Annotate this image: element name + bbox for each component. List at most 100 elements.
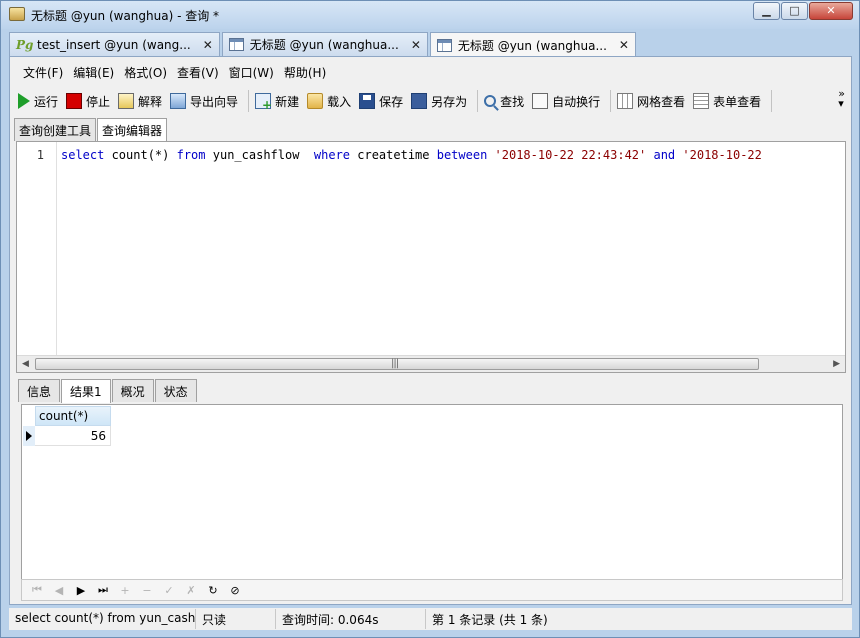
result-tabs: 信息 结果1 概况 状态: [18, 379, 198, 403]
delete-record-icon[interactable]: −: [136, 584, 158, 597]
table-icon: [228, 38, 244, 51]
row-pointer-icon: [23, 426, 35, 446]
export-icon: [170, 93, 187, 109]
word-wrap-button[interactable]: 自动换行: [532, 90, 600, 112]
folder-icon: [307, 93, 324, 109]
table-row[interactable]: 56: [23, 426, 111, 446]
tab-close-icon[interactable]: ✕: [203, 38, 213, 52]
sql-keyword: between: [436, 148, 488, 162]
grid-view-label: 网格查看: [637, 94, 686, 109]
run-button[interactable]: 运行: [18, 90, 58, 112]
menu-view[interactable]: 查看(V): [172, 61, 224, 83]
tab-info[interactable]: 信息: [18, 379, 61, 402]
sql-keyword: and: [653, 148, 676, 162]
grid-view-button[interactable]: 网格查看: [617, 90, 685, 112]
toolbar-separator: [477, 90, 479, 112]
doc-tab-test-insert[interactable]: Pg test_insert @yun (wang... ✕: [9, 32, 220, 56]
sql-string: '2018-10-22: [682, 148, 762, 162]
tab-close-icon[interactable]: ✕: [411, 38, 421, 52]
status-sql: select count(*) from yun_cashflc: [15, 611, 195, 625]
status-bar: select count(*) from yun_cashflc 只读 查询时间…: [9, 608, 852, 630]
save-as-button[interactable]: 另存为: [411, 90, 467, 112]
table-icon: [436, 38, 452, 52]
title-bar[interactable]: 无标题 @yun (wanghua) - 查询 * ▁ □ ✕: [1, 1, 859, 29]
word-wrap-label: 自动换行: [552, 94, 601, 109]
toolbar-overflow-icon[interactable]: » ▾: [838, 88, 845, 109]
tab-close-icon[interactable]: ✕: [619, 38, 629, 52]
save-button[interactable]: 保存: [359, 90, 403, 112]
word-wrap-icon: [532, 93, 549, 109]
doc-tab-untitled-1[interactable]: 无标题 @yun (wanghua... ✕: [221, 32, 428, 56]
prev-record-icon[interactable]: ◀: [48, 584, 70, 597]
menu-file[interactable]: 文件(F): [18, 61, 68, 83]
document-tabs: Pg test_insert @yun (wang... ✕ 无标题 @yun …: [9, 32, 638, 57]
minimize-icon: ▁: [762, 4, 771, 17]
grid-corner: [23, 406, 35, 426]
export-wizard-button[interactable]: 导出向导: [170, 90, 238, 112]
run-label: 运行: [34, 94, 59, 109]
sql-code-line[interactable]: select count(*) from yun_cashflow where …: [61, 148, 843, 162]
line-number: 1: [36, 148, 44, 162]
tab-profile[interactable]: 概况: [111, 379, 154, 402]
stop-icon: [66, 93, 83, 109]
status-records: 第 1 条记录 (共 1 条): [425, 609, 625, 629]
minimize-button[interactable]: ▁: [753, 2, 780, 20]
query-window: 文件(F) 编辑(E) 格式(O) 查看(V) 窗口(W) 帮助(H) 运行 停…: [9, 56, 852, 605]
table-cell[interactable]: 56: [35, 426, 111, 446]
explain-button[interactable]: 解释: [118, 90, 162, 112]
maximize-icon: □: [789, 4, 800, 17]
menu-format[interactable]: 格式(O): [119, 61, 172, 83]
scrollbar-thumb[interactable]: |||: [35, 358, 759, 370]
grip-icon: |||: [391, 358, 399, 369]
save-label: 保存: [379, 94, 404, 109]
menu-edit[interactable]: 编辑(E): [68, 61, 119, 83]
add-record-icon[interactable]: +: [114, 584, 136, 597]
horizontal-scrollbar[interactable]: ◀ ||| ▶: [17, 355, 845, 372]
form-view-icon: [693, 93, 710, 109]
discard-icon[interactable]: ✗: [180, 584, 202, 597]
maximize-button[interactable]: □: [781, 2, 808, 20]
tab-status[interactable]: 状态: [154, 379, 197, 402]
status-query-time: 查询时间: 0.064s: [275, 609, 425, 629]
apply-icon[interactable]: ✓: [158, 584, 180, 597]
stop-button[interactable]: 停止: [66, 90, 110, 112]
menu-bar: 文件(F) 编辑(E) 格式(O) 查看(V) 窗口(W) 帮助(H): [10, 61, 331, 83]
last-record-icon[interactable]: ⏭: [92, 583, 114, 597]
sql-editor[interactable]: 1 select count(*) from yun_cashflow wher…: [16, 141, 846, 373]
search-icon: [484, 95, 497, 107]
sql-keyword: from: [176, 148, 206, 162]
load-button[interactable]: 载入: [307, 90, 351, 112]
next-record-icon[interactable]: ▶: [70, 584, 92, 597]
stop-refresh-icon[interactable]: ⊘: [224, 584, 246, 597]
find-button[interactable]: 查找: [484, 90, 524, 112]
save-as-icon: [411, 93, 428, 109]
sql-keyword: where: [313, 148, 351, 162]
scroll-right-icon[interactable]: ▶: [833, 359, 840, 369]
app-window: 无标题 @yun (wanghua) - 查询 * ▁ □ ✕ Pg test_…: [0, 0, 860, 638]
sql-text: createtime: [350, 148, 437, 162]
form-view-button[interactable]: 表单查看: [693, 90, 761, 112]
stop-label: 停止: [86, 94, 111, 109]
load-label: 载入: [327, 94, 352, 109]
tab-query-builder[interactable]: 查询创建工具: [14, 118, 97, 141]
app-icon: [9, 7, 25, 21]
tab-result-1[interactable]: 结果1: [61, 379, 111, 403]
grid-view-icon: [617, 93, 634, 109]
grid-header: count(*): [23, 406, 111, 426]
close-icon: ✕: [826, 4, 836, 17]
scroll-left-icon[interactable]: ◀: [22, 359, 29, 369]
refresh-icon[interactable]: ↻: [202, 584, 224, 597]
menu-window[interactable]: 窗口(W): [224, 61, 279, 83]
doc-tab-untitled-2[interactable]: 无标题 @yun (wanghua... ✕: [429, 32, 636, 57]
new-button[interactable]: 新建: [255, 90, 299, 112]
export-label: 导出向导: [190, 94, 239, 109]
close-button[interactable]: ✕: [809, 2, 853, 20]
toolbar-separator: [610, 90, 612, 112]
tab-query-editor[interactable]: 查询编辑器: [97, 118, 168, 142]
sql-string: '2018-10-22 22:43:42': [494, 148, 647, 162]
toolbar-separator: [248, 90, 250, 112]
first-record-icon[interactable]: ⏮: [26, 583, 48, 597]
column-header-count[interactable]: count(*): [35, 406, 111, 426]
menu-help[interactable]: 帮助(H): [279, 61, 331, 83]
